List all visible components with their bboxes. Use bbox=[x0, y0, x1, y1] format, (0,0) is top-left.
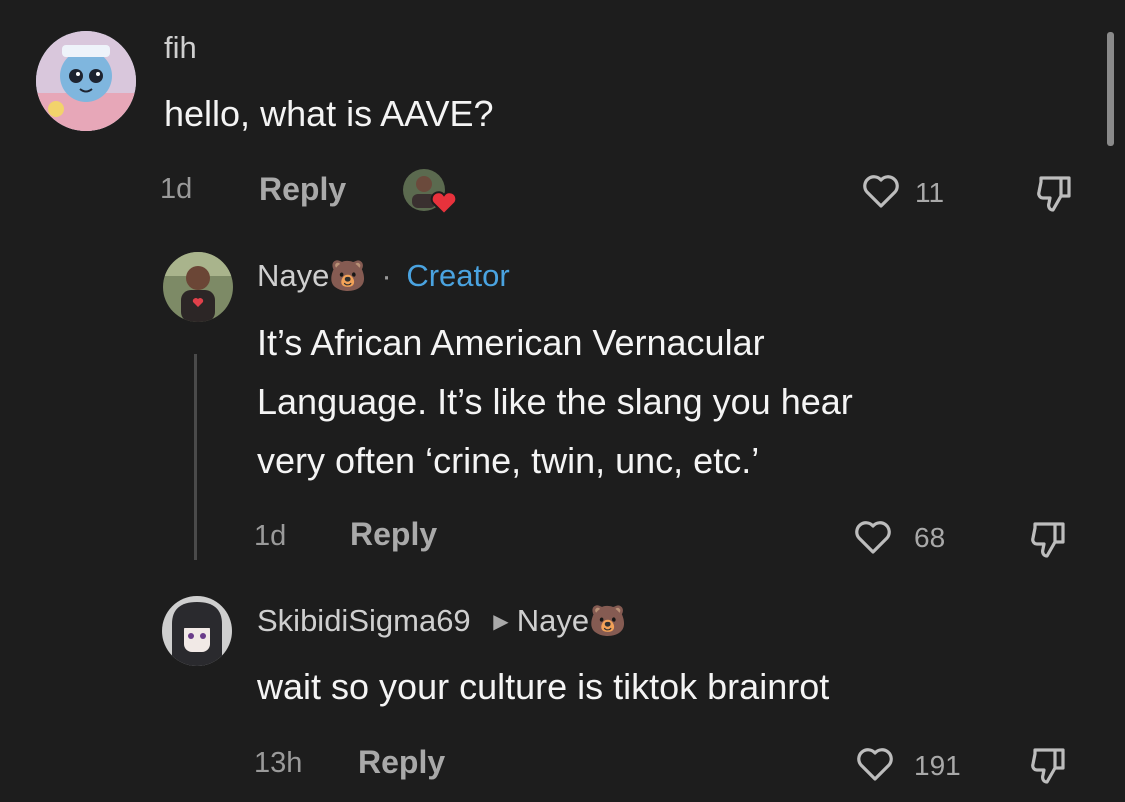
comment-text-line: very often ‘crine, twin, unc, etc.’ bbox=[257, 440, 760, 481]
reply-to-username[interactable]: Naye bbox=[517, 603, 589, 638]
dislike-button[interactable] bbox=[1033, 170, 1077, 214]
like-button[interactable] bbox=[855, 744, 895, 784]
creator-liked-indicator bbox=[402, 168, 460, 218]
comment-username[interactable]: SkibidiSigma69 bbox=[257, 603, 471, 638]
heart-outline-icon bbox=[857, 748, 893, 781]
anime-character-avatar-icon bbox=[36, 31, 136, 131]
comment-time: 1d bbox=[254, 520, 287, 552]
comment-text-line: It’s African American Vernacular bbox=[257, 322, 765, 363]
comment-username-row: SkibidiSigma69 ▶ Naye🐻 bbox=[257, 603, 626, 639]
thread-line bbox=[194, 354, 197, 560]
comment-text: hello, what is AAVE? bbox=[164, 93, 494, 134]
comment-text-line: Language. It’s like the slang you hear bbox=[257, 381, 853, 422]
thumbs-down-icon bbox=[1037, 176, 1071, 212]
reply-button[interactable]: Reply bbox=[358, 744, 445, 781]
comment-time: 13h bbox=[254, 747, 303, 779]
like-button[interactable] bbox=[853, 517, 893, 557]
creator-photo-avatar-icon bbox=[163, 252, 233, 322]
comment-time: 1d bbox=[160, 173, 193, 205]
dislike-button[interactable] bbox=[1027, 516, 1071, 560]
creator-badge: Creator bbox=[406, 258, 510, 293]
heart-outline-icon bbox=[855, 521, 891, 554]
thumbs-down-icon bbox=[1031, 748, 1065, 784]
bear-emoji: 🐻 bbox=[589, 605, 627, 638]
avatar[interactable] bbox=[163, 252, 233, 322]
reply-button[interactable]: Reply bbox=[350, 516, 437, 553]
comment-username-row: Naye🐻 · Creator bbox=[257, 258, 510, 294]
separator-dot: · bbox=[381, 258, 392, 293]
comment-text: wait so your culture is tiktok brainrot bbox=[257, 666, 830, 707]
like-count: 11 bbox=[915, 177, 945, 208]
thumbs-down-icon bbox=[1031, 522, 1065, 558]
scrollbar[interactable] bbox=[1107, 32, 1114, 146]
reply-arrow-icon: ▶ bbox=[493, 611, 509, 633]
anime-girl-avatar-icon bbox=[162, 596, 232, 666]
comment-username[interactable]: fih bbox=[164, 30, 197, 66]
comment-text: It’s African American Vernacular Languag… bbox=[257, 313, 853, 490]
reply-button[interactable]: Reply bbox=[259, 171, 346, 208]
bear-emoji: 🐻 bbox=[329, 260, 367, 293]
heart-outline-icon bbox=[863, 175, 899, 208]
creator-liked-heart-icon bbox=[403, 169, 458, 216]
like-button[interactable] bbox=[861, 171, 901, 211]
like-count: 191 bbox=[914, 750, 961, 781]
avatar[interactable] bbox=[162, 596, 232, 666]
like-count: 68 bbox=[914, 522, 946, 553]
comment-username[interactable]: Naye bbox=[257, 258, 329, 293]
avatar[interactable] bbox=[36, 31, 136, 131]
dislike-button[interactable] bbox=[1027, 742, 1071, 786]
